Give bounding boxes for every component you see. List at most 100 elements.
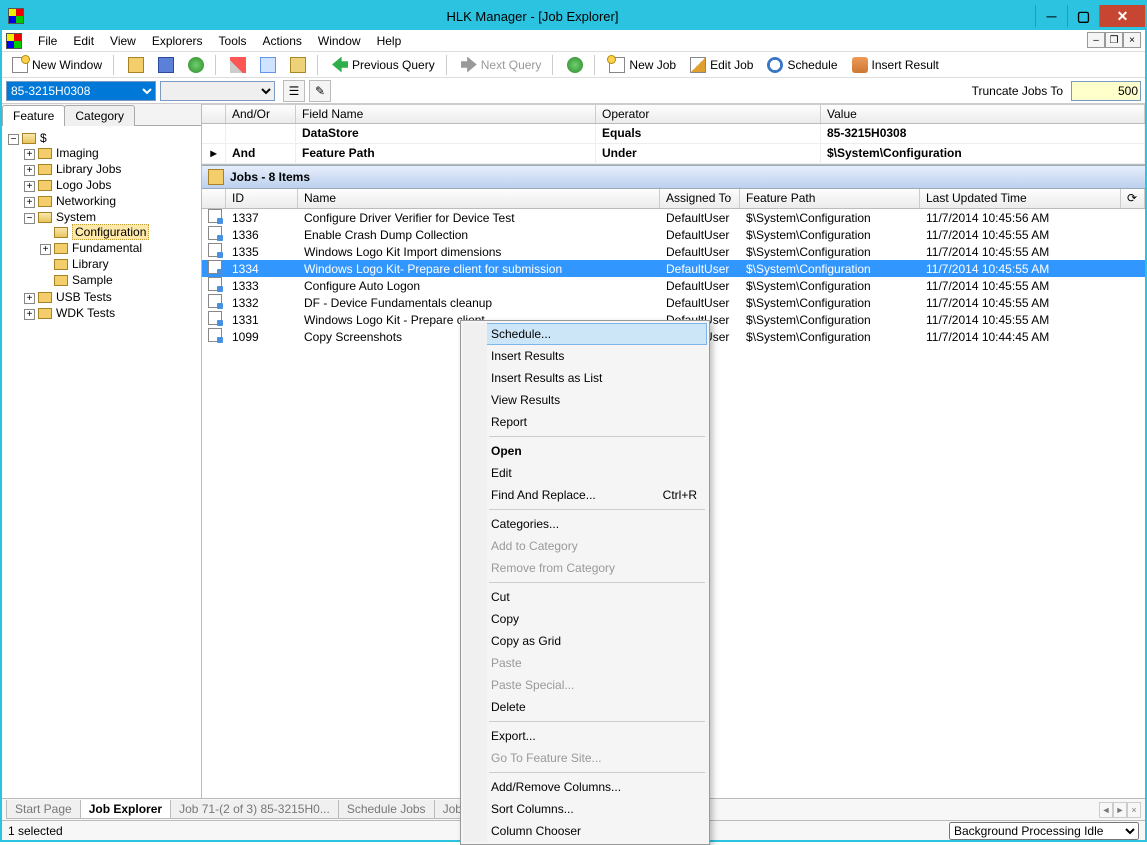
next-query-button[interactable]: Next Query <box>455 54 548 76</box>
job-row[interactable]: 1335Windows Logo Kit Import dimensionsDe… <box>202 243 1145 260</box>
col-field[interactable]: Field Name <box>296 105 596 123</box>
menu-explorers[interactable]: Explorers <box>144 32 211 50</box>
context-menu-item[interactable]: Cut <box>463 586 707 608</box>
job-row[interactable]: 1334Windows Logo Kit- Prepare client for… <box>202 260 1145 277</box>
jobs-header-label: Jobs - 8 Items <box>230 170 310 184</box>
feature-tree[interactable]: −$ +Imaging +Library Jobs +Logo Jobs +Ne… <box>2 126 201 798</box>
tab-category[interactable]: Category <box>64 105 135 126</box>
tab-nav-right[interactable]: ► <box>1113 802 1127 818</box>
tree-node[interactable]: +Networking <box>24 193 199 209</box>
context-menu-item[interactable]: Copy as Grid <box>463 630 707 652</box>
filter-icon-button-1[interactable]: ☰ <box>283 80 305 102</box>
col-assigned[interactable]: Assigned To <box>660 189 740 208</box>
col-featurepath[interactable]: Feature Path <box>740 189 920 208</box>
job-row[interactable]: 1336Enable Crash Dump CollectionDefaultU… <box>202 226 1145 243</box>
status-dropdown[interactable]: Background Processing Idle <box>949 822 1139 840</box>
col-andor[interactable]: And/Or <box>226 105 296 123</box>
minimize-button[interactable]: ─ <box>1035 5 1067 27</box>
mdi-app-icon <box>6 33 22 49</box>
new-window-button[interactable]: New Window <box>6 54 108 76</box>
context-menu-item[interactable]: Add/Remove Columns... <box>463 776 707 798</box>
cut-button[interactable] <box>224 54 252 76</box>
col-name[interactable]: Name <box>298 189 660 208</box>
context-menu-item[interactable]: Report <box>463 411 707 433</box>
datastore-combo[interactable]: 85-3215H0308 <box>6 81 156 101</box>
new-job-label: New Job <box>629 58 676 72</box>
menu-actions[interactable]: Actions <box>255 32 310 50</box>
context-menu-item[interactable]: Delete <box>463 696 707 718</box>
context-menu-item[interactable]: Open <box>463 440 707 462</box>
open-button[interactable] <box>122 54 150 76</box>
schedule-button[interactable]: Schedule <box>761 54 843 76</box>
execute-button[interactable] <box>561 54 589 76</box>
refresh-button[interactable] <box>182 54 210 76</box>
context-menu-item[interactable]: Column Chooser <box>463 820 707 842</box>
new-job-button[interactable]: New Job <box>603 54 682 76</box>
context-menu-item[interactable]: Edit <box>463 462 707 484</box>
maximize-button[interactable]: ▢ <box>1067 5 1099 27</box>
execute-icon <box>567 57 583 73</box>
menu-window[interactable]: Window <box>310 32 369 50</box>
mdi-minimize-button[interactable]: – <box>1087 32 1105 48</box>
schedule-label: Schedule <box>787 58 837 72</box>
job-row[interactable]: 1333Configure Auto LogonDefaultUser$\Sys… <box>202 277 1145 294</box>
query-row[interactable]: ▸AndFeature PathUnder$\System\Configurat… <box>202 144 1145 164</box>
menu-file[interactable]: File <box>30 32 65 50</box>
tree-node[interactable]: +Logo Jobs <box>24 177 199 193</box>
context-menu-item[interactable]: Export... <box>463 725 707 747</box>
tree-node[interactable]: Sample <box>40 272 199 288</box>
context-menu-item[interactable]: Categories... <box>463 513 707 535</box>
titlebar: HLK Manager - [Job Explorer] ─ ▢ ✕ <box>2 2 1145 30</box>
col-operator[interactable]: Operator <box>596 105 821 123</box>
mdi-restore-button[interactable]: ❐ <box>1105 32 1123 48</box>
tab-nav-left[interactable]: ◄ <box>1099 802 1113 818</box>
tree-node[interactable]: +Fundamental <box>40 240 199 256</box>
tab-feature[interactable]: Feature <box>2 105 65 126</box>
previous-query-button[interactable]: Previous Query <box>326 54 441 76</box>
truncate-input[interactable] <box>1071 81 1141 101</box>
context-menu-item[interactable]: Insert Results as List <box>463 367 707 389</box>
context-menu-item[interactable]: Copy <box>463 608 707 630</box>
open-icon <box>128 57 144 73</box>
tab-nav-close[interactable]: × <box>1127 802 1141 818</box>
query-row[interactable]: DataStoreEquals85-3215H0308 <box>202 124 1145 144</box>
tree-node-system[interactable]: −System Configuration +Fundamental Libra… <box>24 209 199 289</box>
context-menu-item[interactable]: Sort Columns... <box>463 798 707 820</box>
context-menu-item[interactable]: Schedule... <box>463 323 707 345</box>
tab-job-explorer[interactable]: Job Explorer <box>80 800 171 819</box>
col-value[interactable]: Value <box>821 105 1145 123</box>
context-menu-item[interactable]: View Results <box>463 389 707 411</box>
secondary-combo[interactable] <box>160 81 275 101</box>
tree-node-configuration[interactable]: Configuration <box>40 224 199 240</box>
paste-button[interactable] <box>284 54 312 76</box>
save-button[interactable] <box>152 54 180 76</box>
filter-icon-button-2[interactable]: ✎ <box>309 80 331 102</box>
tree-node[interactable]: Library <box>40 256 199 272</box>
menu-tools[interactable]: Tools <box>211 32 255 50</box>
tree-node[interactable]: +Library Jobs <box>24 161 199 177</box>
job-row[interactable]: 1332DF - Device Fundamentals cleanupDefa… <box>202 294 1145 311</box>
context-menu-item[interactable]: Insert Results <box>463 345 707 367</box>
context-menu-item[interactable]: Find And Replace...Ctrl+R <box>463 484 707 506</box>
menu-help[interactable]: Help <box>369 32 410 50</box>
menu-edit[interactable]: Edit <box>65 32 102 50</box>
col-refresh-icon[interactable]: ⟳ <box>1121 189 1145 208</box>
context-menu-item: Paste Special... <box>463 674 707 696</box>
tree-node[interactable]: +WDK Tests <box>24 305 199 321</box>
tree-node[interactable]: +Imaging <box>24 145 199 161</box>
edit-job-button[interactable]: Edit Job <box>684 54 759 76</box>
menu-view[interactable]: View <box>102 32 144 50</box>
mdi-close-button[interactable]: × <box>1123 32 1141 48</box>
new-window-icon <box>12 57 28 73</box>
tree-node[interactable]: +USB Tests <box>24 289 199 305</box>
job-row[interactable]: 1337Configure Driver Verifier for Device… <box>202 209 1145 226</box>
close-button[interactable]: ✕ <box>1099 5 1145 27</box>
tree-root[interactable]: −$ +Imaging +Library Jobs +Logo Jobs +Ne… <box>8 130 199 322</box>
copy-button[interactable] <box>254 54 282 76</box>
col-lastupdated[interactable]: Last Updated Time <box>920 189 1121 208</box>
tab-job-detail[interactable]: Job 71-(2 of 3) 85-3215H0... <box>170 800 339 819</box>
tab-schedule-jobs[interactable]: Schedule Jobs <box>338 800 435 819</box>
col-id[interactable]: ID <box>226 189 298 208</box>
tab-start-page[interactable]: Start Page <box>6 800 81 819</box>
insert-result-button[interactable]: Insert Result <box>846 54 945 76</box>
